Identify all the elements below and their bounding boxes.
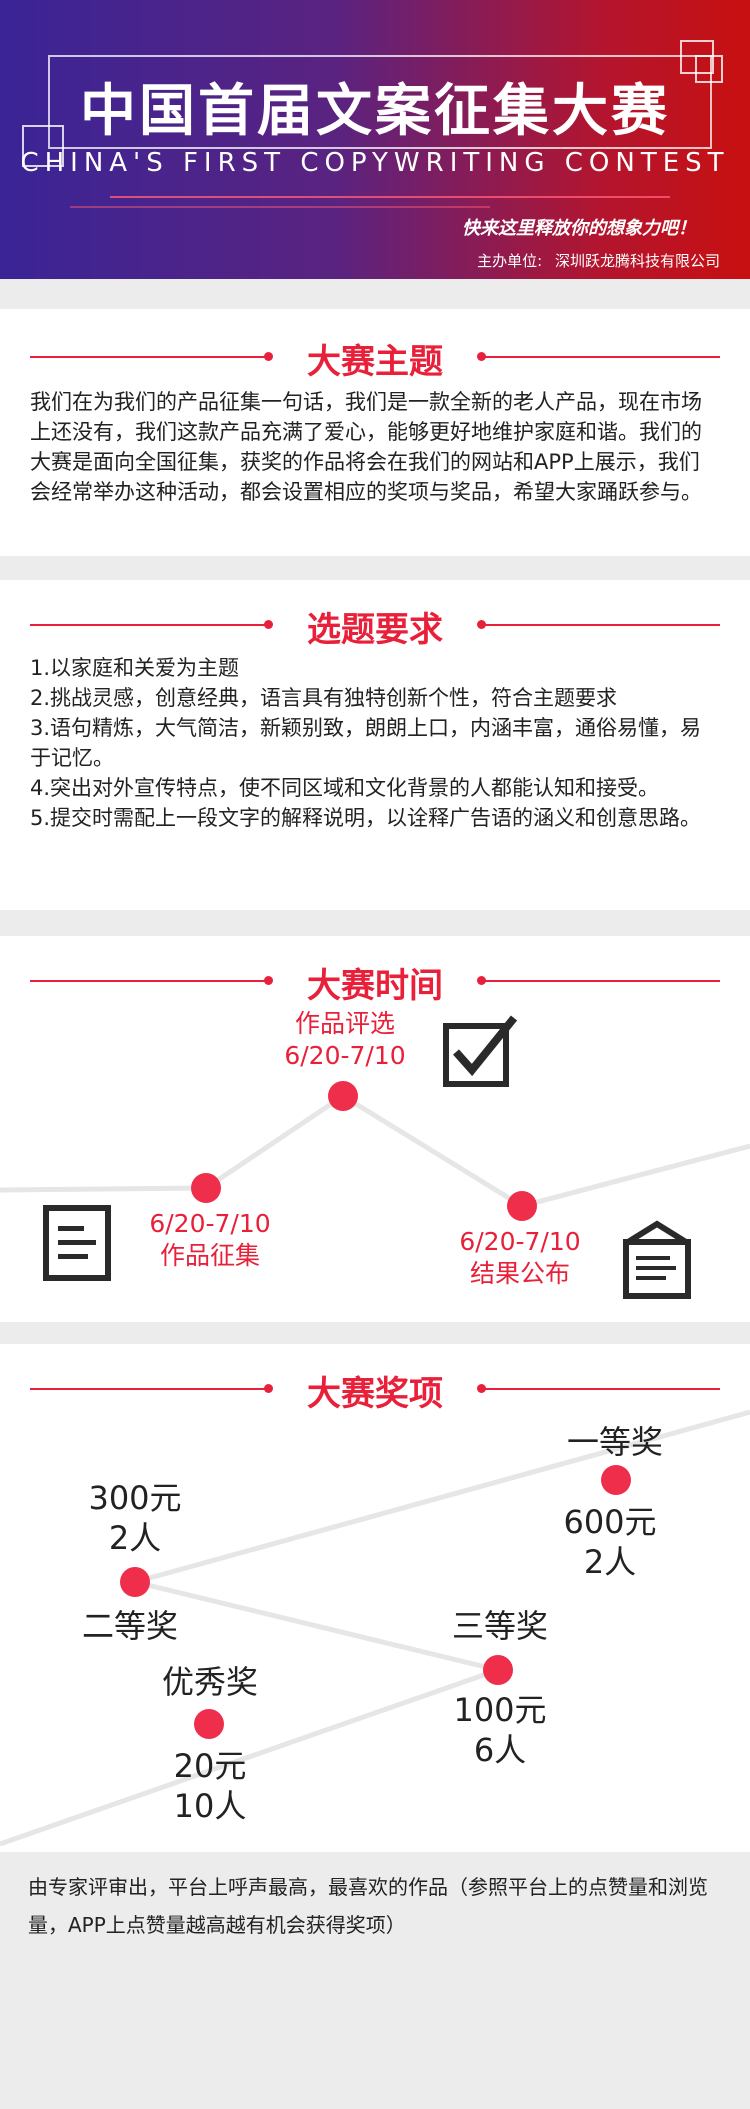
timeline-stage-review: 作品评选 6/20-7/10 xyxy=(255,1008,435,1072)
host-label: 主办单位: xyxy=(477,252,543,270)
banner-divider xyxy=(70,206,490,208)
prizes-section: 大赛奖项 一等奖 600元 2人 300元 2人 二等奖 三等奖 100元 6人… xyxy=(0,1344,750,1852)
prize-count: 10人 xyxy=(173,1787,247,1825)
requirements-list: 1.以家庭和关爱为主题 2.挑战灵感，创意经典，语言具有独特创新个性，符合主题要… xyxy=(30,653,720,833)
checkbox-icon xyxy=(443,1015,518,1087)
list-item: 4.突出对外宣传特点，使不同区域和文化背景的人都能认知和接受。 xyxy=(30,776,660,800)
prize-count: 2人 xyxy=(583,1543,637,1581)
host-name: 深圳跃龙腾科技有限公司 xyxy=(554,252,720,270)
timeline-stage-collect: 6/20-7/10 作品征集 xyxy=(120,1208,300,1272)
section-title: 选题要求 xyxy=(307,610,443,650)
prize-second-name: 二等奖 xyxy=(81,1607,178,1645)
prize-third-name: 三等奖 xyxy=(451,1607,548,1645)
prize-count: 2人 xyxy=(108,1519,162,1557)
footer-note: 由专家评审出，平台上呼声最高，最喜欢的作品（参照平台上的点赞量和浏览量，APP上… xyxy=(28,1875,708,1937)
stage-name: 结果公布 xyxy=(469,1259,570,1288)
banner-subtitle: CHINA'S FIRST COPYWRITING CONTEST xyxy=(20,148,730,178)
list-item: 3.语句精炼，大气简洁，新颖别致，朗朗上口，内涵丰富，通俗易懂，易于记忆。 xyxy=(30,716,702,770)
notice-board-icon xyxy=(623,1220,691,1299)
header-banner: 中国首届文案征集大赛 CHINA'S FIRST COPYWRITING CON… xyxy=(0,0,750,279)
stage-date: 6/20-7/10 xyxy=(149,1209,271,1238)
prize-third-detail: 100元 6人 xyxy=(420,1690,580,1770)
prize-first-detail: 600元 2人 xyxy=(535,1502,685,1582)
list-item: 1.以家庭和关爱为主题 xyxy=(30,656,240,680)
theme-section: 大赛主题 我们在为我们的产品征集一句话，我们是一款全新的老人产品，现在市场上还没… xyxy=(0,309,750,556)
section-title: 大赛主题 xyxy=(307,342,443,382)
prize-amount: 20元 xyxy=(173,1747,247,1785)
timeline-section: 大赛时间 6/20-7/10 作品征集 作品评选 6/20-7/10 6/20-… xyxy=(0,936,750,1322)
banner-host: 主办单位: 深圳跃龙腾科技有限公司 xyxy=(477,250,720,271)
section-header: 选题要求 xyxy=(0,602,750,650)
prize-first-name: 一等奖 xyxy=(566,1423,663,1461)
banner-slogan: 快来这里释放你的想象力吧！ xyxy=(462,218,696,239)
prize-amount: 100元 xyxy=(453,1691,547,1729)
timeline-stage-announce: 6/20-7/10 结果公布 xyxy=(430,1226,610,1290)
list-item: 2.挑战灵感，创意经典，语言具有独特创新个性，符合主题要求 xyxy=(30,686,618,710)
prizes-connector xyxy=(0,1409,750,1847)
requirements-section: 选题要求 1.以家庭和关爱为主题 2.挑战灵感，创意经典，语言具有独特创新个性，… xyxy=(0,580,750,910)
prize-second-detail: 300元 2人 xyxy=(60,1478,210,1558)
prize-amount: 300元 xyxy=(88,1479,182,1517)
stage-date: 6/20-7/10 xyxy=(459,1227,581,1256)
prize-amount: 600元 xyxy=(563,1503,657,1541)
stage-name: 作品征集 xyxy=(159,1241,260,1270)
banner-title: 中国首届文案征集大赛 xyxy=(80,79,670,144)
list-item: 5.提交时需配上一段文字的解释说明，以诠释广告语的涵义和创意思路。 xyxy=(30,806,702,830)
section-header: 大赛主题 xyxy=(0,334,750,382)
banner-divider xyxy=(110,196,670,198)
prize-count: 6人 xyxy=(473,1731,527,1769)
theme-body: 我们在为我们的产品征集一句话，我们是一款全新的老人产品，现在市场上还没有，我们这… xyxy=(30,390,702,504)
prize-excellent-detail: 20元 10人 xyxy=(130,1746,290,1826)
stage-date: 6/20-7/10 xyxy=(284,1041,406,1070)
stage-name: 作品评选 xyxy=(294,1009,395,1038)
prize-excellent-name: 优秀奖 xyxy=(161,1663,258,1701)
document-icon xyxy=(43,1205,111,1281)
